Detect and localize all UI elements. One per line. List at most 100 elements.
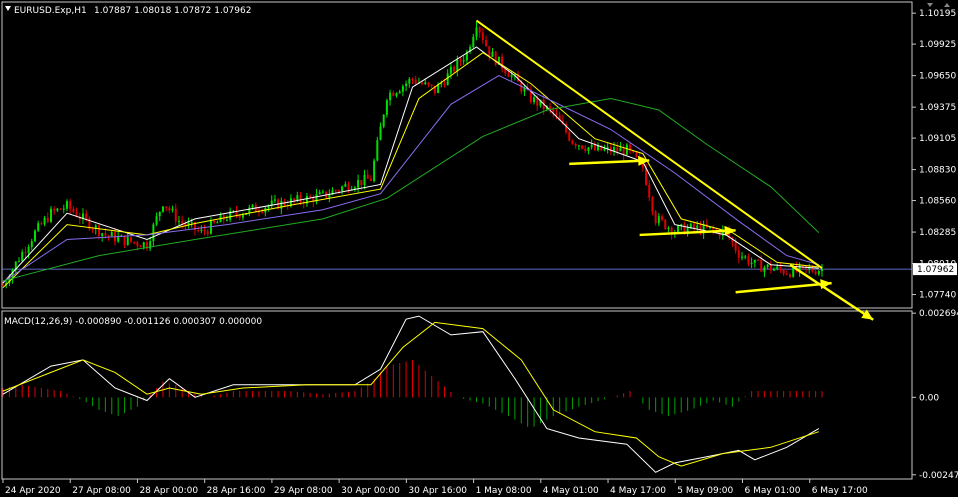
candle-body (734, 242, 737, 251)
candle-body (789, 274, 792, 277)
candle-body (117, 236, 120, 242)
candle-body (216, 222, 219, 224)
candle-body (766, 264, 769, 268)
candle-body (395, 93, 398, 96)
price-tick-label: 1.10195 (919, 9, 956, 19)
candle-body (107, 235, 110, 237)
candle-body (648, 184, 651, 198)
candle-body (328, 194, 331, 198)
candle-body (488, 46, 491, 57)
candle-body (555, 112, 558, 116)
macd-tick-label: 0.00 (919, 393, 939, 403)
trading-chart[interactable]: 1.10195 1.09925 1.09650 1.09375 1.09105 1.088… (0, 0, 958, 497)
candle-body (33, 230, 36, 242)
candle-body (293, 198, 296, 201)
ohlc-label: 1.07887 1.08018 1.07872 1.07962 (94, 6, 251, 16)
candle-body (635, 152, 638, 158)
candle-body (273, 199, 276, 201)
candle-body (574, 143, 577, 147)
candle-body (373, 160, 376, 181)
candle-body (97, 225, 100, 237)
candle-body (603, 148, 606, 151)
candle-body (773, 269, 776, 271)
candle-body (40, 223, 43, 225)
price-tick-label: 1.07740 (919, 291, 956, 301)
candle-body (494, 51, 497, 65)
candle-body (363, 174, 366, 186)
candle-body (251, 204, 254, 208)
candle-body (750, 262, 753, 264)
candle-body (344, 184, 347, 187)
candle-body (449, 66, 452, 74)
symbol-label: EURUSD.Exp,H1 (14, 6, 87, 16)
candle-body (142, 242, 145, 248)
time-tick-label: 4 May 17:00 (610, 486, 666, 496)
candle-body (200, 229, 203, 231)
candle-body (616, 147, 619, 152)
candle-body (769, 264, 772, 271)
candle-body (814, 271, 817, 275)
candle-body (619, 147, 622, 152)
candle-body (360, 180, 363, 186)
candle-body (664, 219, 667, 229)
candle-body (478, 27, 481, 33)
candle-body (85, 213, 88, 219)
candle-body (65, 201, 68, 209)
candle-body (747, 256, 750, 264)
current-price-label: 1.07962 (917, 265, 954, 275)
candle-body (811, 267, 814, 272)
candle-body (737, 250, 740, 258)
time-tick-label: 28 Apr 00:00 (139, 486, 198, 496)
candle-body (696, 225, 699, 228)
candle-body (174, 208, 177, 222)
candle-body (414, 79, 417, 84)
candle-body (507, 73, 510, 77)
candle-body (168, 207, 171, 211)
candle-body (139, 245, 142, 248)
candle-body (101, 233, 104, 237)
candle-body (677, 225, 680, 232)
candle-body (491, 51, 494, 57)
candle-body (181, 221, 184, 224)
candle-body (379, 126, 382, 141)
candle-body (779, 266, 782, 270)
candle-body (161, 206, 164, 212)
candle-body (472, 36, 475, 48)
time-tick-label: 28 Apr 16:00 (207, 486, 266, 496)
candle-body (821, 269, 823, 272)
candle-body (401, 86, 404, 92)
candle-body (24, 252, 27, 254)
candle-body (299, 195, 302, 202)
candle-body (177, 221, 180, 223)
candle-body (485, 40, 488, 47)
candle-body (56, 208, 59, 211)
price-tick-label: 1.08830 (919, 166, 956, 176)
candle-body (318, 192, 321, 195)
candle-body (446, 73, 449, 86)
candle-body (657, 216, 660, 224)
candle-body (17, 260, 20, 262)
candle-body (347, 184, 350, 191)
candle-body (155, 216, 158, 225)
candle-body (427, 82, 430, 85)
candle-body (549, 106, 552, 109)
candle-body (357, 180, 360, 188)
candle-body (587, 147, 590, 151)
candle-body (785, 273, 788, 275)
candle-body (197, 230, 200, 232)
candle-body (369, 178, 372, 181)
candle-body (382, 114, 385, 127)
price-tick-label: 1.09650 (919, 72, 956, 82)
candle-body (190, 222, 193, 224)
candle-body (481, 32, 484, 41)
candle-body (421, 82, 424, 85)
candle-body (49, 208, 52, 222)
candle-body (453, 66, 456, 72)
candle-body (69, 201, 72, 209)
candle-body (30, 241, 33, 248)
candle-body (248, 207, 251, 214)
candle-body (72, 208, 75, 212)
candle-body (408, 79, 411, 84)
candle-body (661, 216, 664, 220)
candle-body (376, 140, 379, 161)
